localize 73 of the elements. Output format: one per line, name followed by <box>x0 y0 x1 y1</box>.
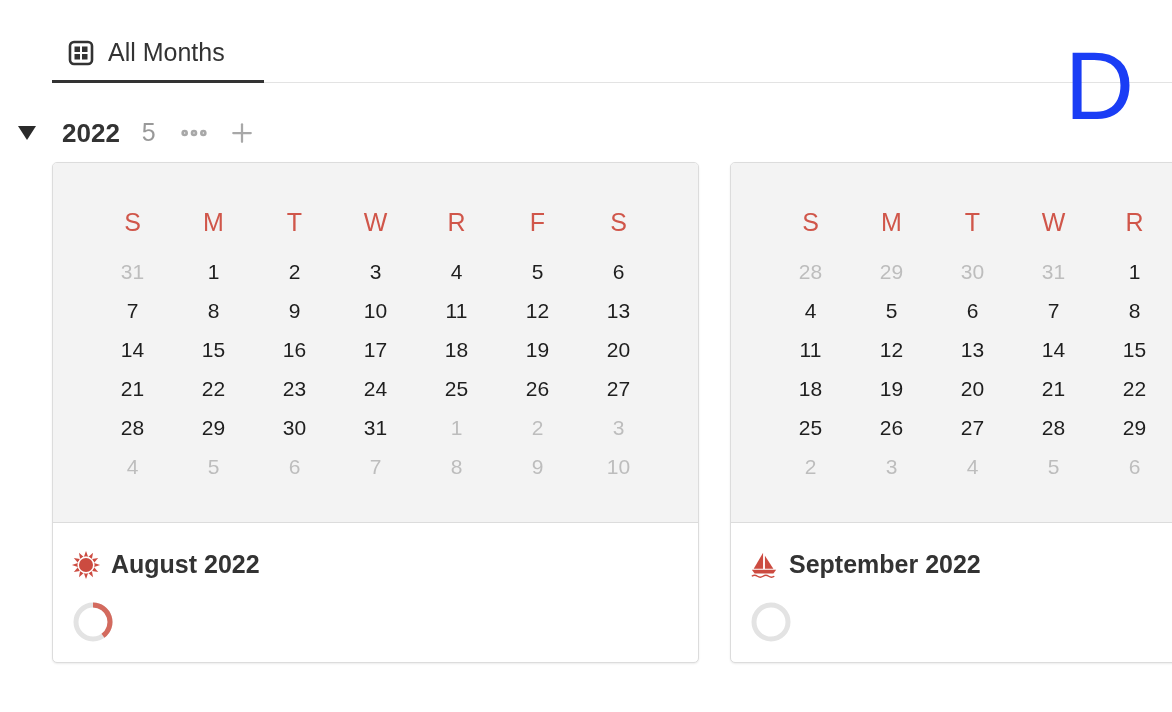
day-number: 6 <box>966 300 979 321</box>
day-number: 20 <box>960 378 985 399</box>
weekday-label: T <box>964 210 981 235</box>
day-number: 31 <box>363 417 388 438</box>
corner-letter: D <box>1064 38 1134 134</box>
day-number: 13 <box>606 300 631 321</box>
day-number: 29 <box>1122 417 1147 438</box>
weekday-label: R <box>447 210 466 235</box>
day-number: 3 <box>369 261 382 282</box>
weekday-label: W <box>363 210 388 235</box>
day-number: 14 <box>120 339 145 360</box>
day-number: 23 <box>282 378 307 399</box>
collapse-triangle-icon[interactable] <box>17 125 37 141</box>
weekday-label: M <box>203 210 224 235</box>
day-number: 4 <box>450 261 463 282</box>
day-number: 19 <box>525 339 550 360</box>
sun-icon <box>71 549 101 580</box>
day-number: 16 <box>282 339 307 360</box>
day-number: 4 <box>804 300 817 321</box>
month-title: September 2022 <box>789 549 981 580</box>
day-number: 7 <box>126 300 139 321</box>
day-number: 26 <box>879 417 904 438</box>
day-number: 21 <box>120 378 145 399</box>
weekday-label: W <box>1041 210 1066 235</box>
day-number: 6 <box>612 261 625 282</box>
day-number: 20 <box>606 339 631 360</box>
day-number: 27 <box>960 417 985 438</box>
day-number: 15 <box>1122 339 1147 360</box>
day-number: 24 <box>363 378 388 399</box>
day-number: 12 <box>879 339 904 360</box>
day-number: 17 <box>363 339 388 360</box>
day-number: 30 <box>282 417 307 438</box>
day-number: 18 <box>798 378 823 399</box>
day-number: 13 <box>960 339 985 360</box>
day-number: 12 <box>525 300 550 321</box>
day-number: 22 <box>1122 378 1147 399</box>
day-number: 22 <box>201 378 226 399</box>
day-number: 28 <box>120 417 145 438</box>
day-number: 27 <box>606 378 631 399</box>
day-number: 11 <box>799 339 822 360</box>
weekday-label: F <box>529 210 546 235</box>
weekday-label: S <box>802 210 819 235</box>
day-number: 5 <box>531 261 544 282</box>
weekday-label: S <box>610 210 627 235</box>
day-number: 21 <box>1041 378 1066 399</box>
day-number: 10 <box>363 300 388 321</box>
day-number: 28 <box>1041 417 1066 438</box>
group-count: 5 <box>141 117 156 149</box>
day-number: 14 <box>1041 339 1066 360</box>
grid-icon <box>68 39 94 66</box>
day-number: 7 <box>1047 300 1060 321</box>
day-number: 25 <box>444 378 469 399</box>
day-number: 2 <box>288 261 301 282</box>
weekday-label: R <box>1125 210 1144 235</box>
day-number: 19 <box>879 378 904 399</box>
day-number: 8 <box>1128 300 1141 321</box>
view-tab[interactable]: All Months <box>52 25 264 83</box>
day-number: 29 <box>201 417 226 438</box>
month-title: August 2022 <box>111 549 260 580</box>
day-number: 26 <box>525 378 550 399</box>
day-number: 11 <box>445 300 468 321</box>
day-number: 1 <box>1128 261 1141 282</box>
day-number: 18 <box>444 339 469 360</box>
day-number: 25 <box>798 417 823 438</box>
day-number: 9 <box>288 300 301 321</box>
weekday-label: T <box>286 210 303 235</box>
group-title: 2022 <box>62 116 120 150</box>
weekday-label: S <box>124 210 141 235</box>
day-number: 15 <box>201 339 226 360</box>
day-number: 1 <box>207 261 220 282</box>
day-number: 8 <box>207 300 220 321</box>
weekday-label: M <box>881 210 902 235</box>
day-number: 5 <box>885 300 898 321</box>
